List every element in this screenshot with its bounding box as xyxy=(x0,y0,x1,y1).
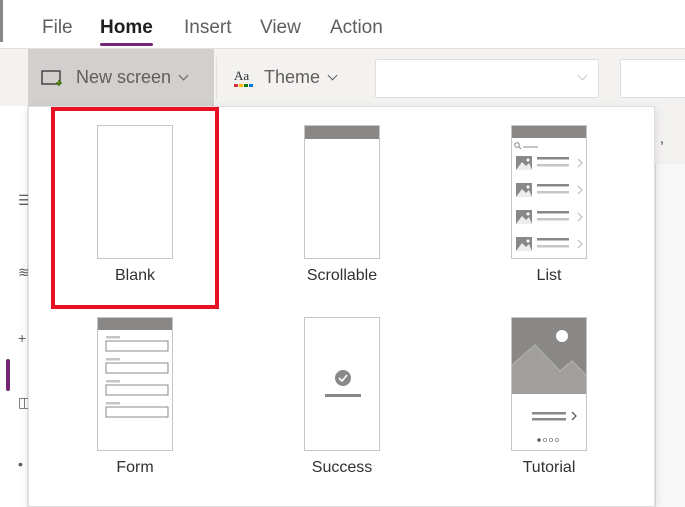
rail-active-indicator xyxy=(6,359,10,391)
canvas-area xyxy=(655,164,685,507)
tab-home[interactable]: Home xyxy=(100,16,153,46)
screen-template-label: Tutorial xyxy=(522,459,576,476)
insert-icon[interactable]: + xyxy=(18,330,26,346)
chevron-down-icon xyxy=(577,70,588,81)
screen-template-tutorial[interactable]: Tutorial xyxy=(446,299,652,494)
screen-template-success[interactable]: Success xyxy=(239,299,445,494)
form-field-icon xyxy=(105,336,169,352)
window-edge xyxy=(0,0,3,42)
new-screen-label: New screen xyxy=(76,67,172,87)
ribbon-toolbar: New screen Aa Theme xyxy=(0,48,685,106)
chevron-down-icon xyxy=(327,70,338,80)
screen-template-label: Blank xyxy=(114,267,156,284)
screen-template-label: Form xyxy=(116,459,154,476)
canvas-text-fragment: , xyxy=(660,130,664,146)
formula-field[interactable] xyxy=(620,59,685,98)
theme-icon: Aa xyxy=(232,68,254,88)
tab-file[interactable]: File xyxy=(42,16,73,40)
screen-template-label: Scrollable xyxy=(306,267,378,284)
ribbon-divider xyxy=(216,57,217,99)
chevron-down-icon xyxy=(178,70,189,80)
blank-thumbnail xyxy=(97,125,173,259)
theme-label: Theme xyxy=(264,67,321,87)
screen-template-scrollable[interactable]: Scrollable xyxy=(239,107,445,302)
screen-template-list[interactable]: List xyxy=(446,107,652,302)
list-row-icon xyxy=(516,156,583,170)
tutorial-thumbnail xyxy=(511,317,587,451)
success-thumbnail xyxy=(304,317,380,451)
media-icon[interactable]: • xyxy=(18,456,23,472)
menu-bar: File Home Insert View Action xyxy=(0,0,685,48)
screen-template-label: Success xyxy=(311,459,373,476)
tab-home-label: Home xyxy=(100,17,153,38)
scrollable-thumbnail xyxy=(304,125,380,259)
screen-template-form[interactable]: Form xyxy=(32,299,238,494)
screen-template-blank[interactable]: Blank xyxy=(32,107,238,302)
form-thumbnail xyxy=(97,317,173,451)
tab-view[interactable]: View xyxy=(260,16,301,40)
theme-button[interactable]: Aa Theme xyxy=(232,49,338,106)
new-screen-button[interactable]: New screen xyxy=(28,49,214,106)
left-rail: ☰ ≋ + ◫ • xyxy=(0,106,31,507)
tab-insert[interactable]: Insert xyxy=(184,16,232,40)
new-screen-icon xyxy=(41,69,62,86)
screen-template-label: List xyxy=(536,267,562,284)
list-thumbnail xyxy=(511,125,587,259)
active-tab-underline xyxy=(100,43,153,46)
new-screen-flyout: Blank Scrollable List Form Success Tutor… xyxy=(28,106,655,507)
tab-action[interactable]: Action xyxy=(330,16,383,40)
property-dropdown[interactable] xyxy=(375,59,599,98)
